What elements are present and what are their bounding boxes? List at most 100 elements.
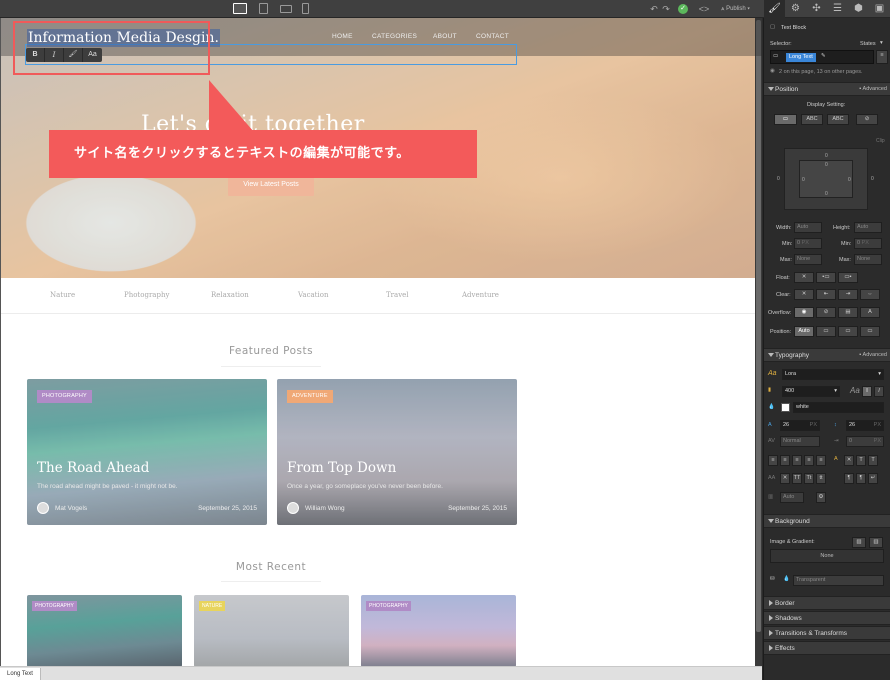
- selector-chip[interactable]: Long Text: [786, 53, 816, 62]
- selector-field[interactable]: ▭ Long Text ✎: [770, 50, 874, 64]
- portrait-phone-view-icon[interactable]: [302, 3, 309, 14]
- category-link[interactable]: Travel: [386, 291, 409, 299]
- selector-menu-button[interactable]: ≡: [876, 50, 888, 64]
- nav-about[interactable]: ABOUT: [433, 33, 457, 40]
- direction-rtl-button[interactable]: ¶: [856, 473, 866, 484]
- decoration-none-button[interactable]: ✕: [844, 455, 854, 466]
- min-height-input[interactable]: 0 PX: [854, 238, 882, 249]
- columns-input[interactable]: Auto: [780, 492, 804, 503]
- undo-icon[interactable]: ↶: [649, 3, 659, 15]
- width-input[interactable]: Auto: [794, 222, 822, 233]
- canvas-scrollbar[interactable]: [755, 18, 762, 666]
- padding-left-value[interactable]: 0: [802, 177, 805, 183]
- transform-uppercase-button[interactable]: TT: [792, 473, 802, 484]
- nav-categories[interactable]: CATEGORIES: [372, 33, 417, 40]
- background-image-list[interactable]: None: [770, 549, 884, 563]
- display-none-button[interactable]: ⊘: [856, 114, 878, 125]
- navigator-icon[interactable]: ☰: [827, 0, 848, 18]
- post-badge[interactable]: NATURE: [199, 601, 226, 611]
- max-width-input[interactable]: None: [794, 254, 822, 265]
- font-style-normal-button[interactable]: I: [862, 386, 872, 397]
- symbols-icon[interactable]: ✣: [806, 0, 827, 18]
- text-color-input[interactable]: white: [793, 402, 884, 413]
- overflow-auto-button[interactable]: A: [860, 307, 880, 318]
- text-indent-input[interactable]: 0 PX: [846, 436, 884, 447]
- line-height-input[interactable]: 26 PX: [846, 420, 884, 431]
- style-panel-brush-icon[interactable]: 🖌: [764, 0, 785, 18]
- shadows-section-header[interactable]: Shadows: [764, 611, 890, 625]
- transform-lowercase-button[interactable]: tt: [816, 473, 826, 484]
- post-badge[interactable]: PHOTOGRAPHY: [32, 601, 77, 611]
- position-absolute-button[interactable]: ▭: [838, 326, 858, 337]
- nav-contact[interactable]: CONTACT: [476, 33, 509, 40]
- max-height-input[interactable]: None: [854, 254, 882, 265]
- edit-selector-icon[interactable]: ✎: [821, 53, 826, 59]
- decoration-underline-button[interactable]: T: [868, 455, 878, 466]
- design-canvas[interactable]: Information Media Desgin. B I 🖌 Aa HOME …: [0, 18, 762, 666]
- pages-icon[interactable]: ▣: [869, 0, 890, 18]
- desktop-view-icon[interactable]: [233, 3, 247, 14]
- transitions-section-header[interactable]: Transitions & Transforms: [764, 626, 890, 640]
- position-section-header[interactable]: Position ▪ Advanced: [764, 82, 890, 96]
- overflow-scroll-button[interactable]: ▤: [838, 307, 858, 318]
- position-relative-button[interactable]: ▭: [816, 326, 836, 337]
- transform-none-button[interactable]: ✕: [780, 473, 790, 484]
- overflow-visible-button[interactable]: ◉: [794, 307, 814, 318]
- breadcrumb-item[interactable]: Long Text: [0, 668, 41, 680]
- post-badge[interactable]: PHOTOGRAPHY: [366, 601, 411, 611]
- settings-gear-icon[interactable]: ⚙: [785, 0, 806, 18]
- position-auto-button[interactable]: Auto: [794, 326, 814, 337]
- display-inline-block-button[interactable]: ABC: [801, 114, 823, 125]
- padding-right-value[interactable]: 0: [848, 177, 851, 183]
- clip-label[interactable]: Clip: [876, 138, 885, 144]
- text-color-swatch[interactable]: [781, 403, 790, 412]
- assets-cube-icon[interactable]: ⬢: [848, 0, 869, 18]
- margin-top-value[interactable]: 0: [825, 153, 828, 159]
- box-model-editor[interactable]: 0 0 0 0 0: [784, 148, 868, 210]
- chevron-down-icon[interactable]: ▾: [880, 40, 883, 46]
- post-badge[interactable]: PHOTOGRAPHY: [37, 390, 92, 403]
- align-start-button[interactable]: ≡: [816, 455, 826, 466]
- background-section-header[interactable]: Background: [764, 514, 890, 528]
- category-link[interactable]: Adventure: [462, 291, 499, 299]
- clear-both-button[interactable]: ⇔: [860, 289, 880, 300]
- post-badge[interactable]: ADVENTURE: [287, 390, 333, 403]
- float-none-button[interactable]: ✕: [794, 272, 814, 283]
- font-size-input[interactable]: 26 PX: [780, 420, 820, 431]
- margin-right-value[interactable]: 0: [871, 176, 874, 182]
- border-section-header[interactable]: Border: [764, 596, 890, 610]
- decoration-strike-button[interactable]: T: [856, 455, 866, 466]
- typography-advanced-toggle[interactable]: ▪ Advanced: [859, 349, 887, 362]
- display-inline-button[interactable]: ABC: [827, 114, 849, 125]
- float-left-button[interactable]: ▪▭: [816, 272, 836, 283]
- category-link[interactable]: Vacation: [298, 291, 328, 299]
- position-advanced-toggle[interactable]: ▪ Advanced: [859, 83, 887, 96]
- align-left-button[interactable]: ≡: [768, 455, 778, 466]
- font-family-select[interactable]: Lora ▾: [782, 369, 884, 380]
- redo-icon[interactable]: ↷: [661, 3, 671, 15]
- publish-button[interactable]: ⩓ Publish ▾: [721, 3, 750, 15]
- direction-ltr-button[interactable]: ¶: [844, 473, 854, 484]
- nav-home[interactable]: HOME: [332, 33, 353, 40]
- add-gradient-button[interactable]: ▥: [869, 537, 883, 548]
- display-block-button[interactable]: ▭: [774, 114, 797, 125]
- background-color-input[interactable]: Transparent: [793, 575, 884, 586]
- align-center-button[interactable]: ≡: [780, 455, 790, 466]
- font-weight-select[interactable]: 400 ▾: [782, 386, 840, 397]
- add-image-button[interactable]: ▨: [852, 537, 866, 548]
- letter-spacing-input[interactable]: Normal: [780, 436, 820, 447]
- float-right-button[interactable]: ▭▪: [838, 272, 858, 283]
- height-input[interactable]: Auto: [854, 222, 882, 233]
- text-break-button[interactable]: ↵: [868, 473, 878, 484]
- code-view-icon[interactable]: <>: [697, 3, 711, 15]
- padding-bottom-value[interactable]: 0: [825, 191, 828, 197]
- font-style-italic-button[interactable]: I: [874, 386, 884, 397]
- align-right-button[interactable]: ≡: [792, 455, 802, 466]
- effects-section-header[interactable]: Effects: [764, 641, 890, 655]
- category-link[interactable]: Relaxation: [211, 291, 249, 299]
- clear-left-button[interactable]: ⇤: [816, 289, 836, 300]
- padding-top-value[interactable]: 0: [825, 162, 828, 168]
- recent-post-card[interactable]: PHOTOGRAPHY: [27, 595, 182, 666]
- align-justify-button[interactable]: ≡: [804, 455, 814, 466]
- tablet-view-icon[interactable]: [259, 3, 268, 14]
